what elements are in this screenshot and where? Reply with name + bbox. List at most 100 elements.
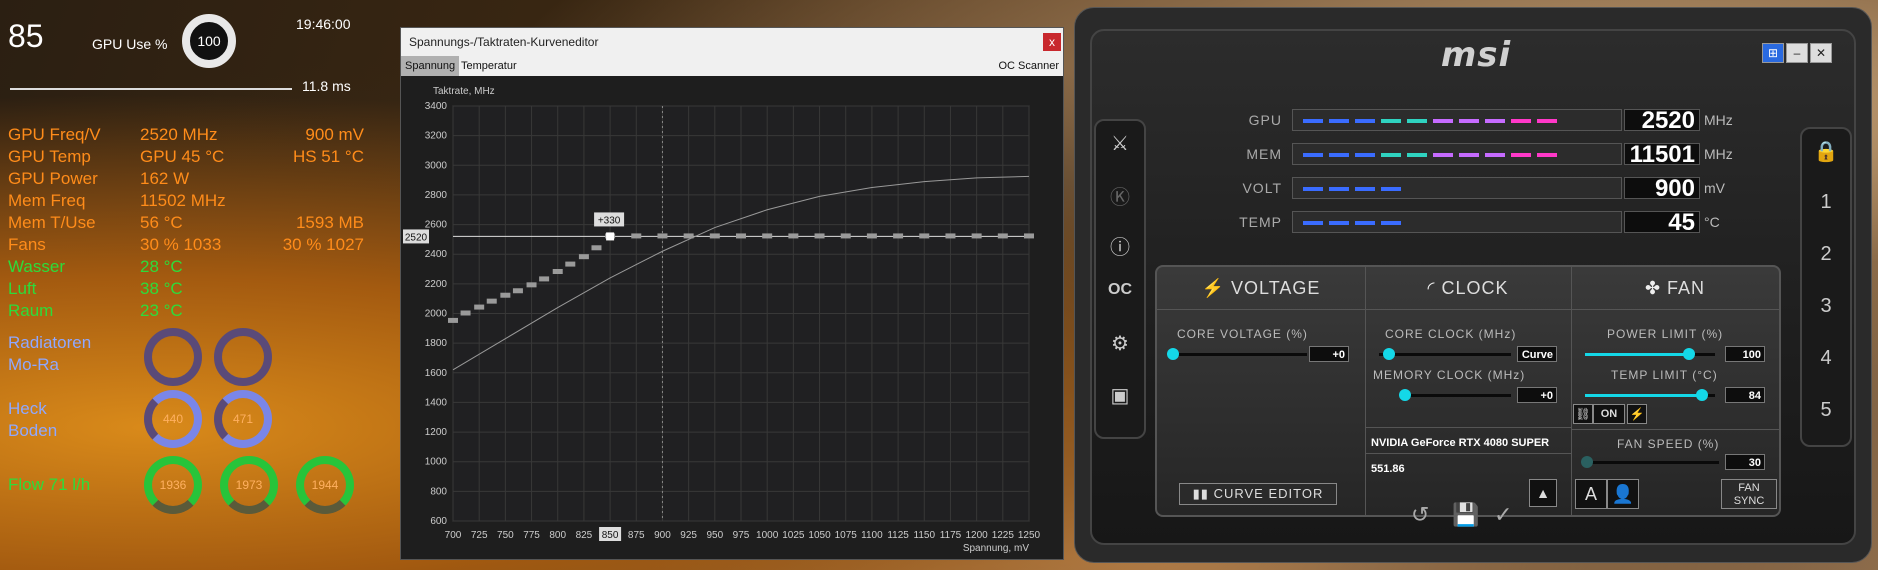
x-tick-label: 1075 xyxy=(835,530,858,541)
expand-arrow-icon[interactable]: ▲ xyxy=(1529,479,1557,507)
temp-limit-fill xyxy=(1585,394,1702,397)
monitor-value: 11501 xyxy=(1624,143,1700,167)
gear-icon[interactable]: ⚙ xyxy=(1096,331,1144,356)
monitor-mem: MEM 11501 MHz xyxy=(1206,141,1766,167)
tab-voltage[interactable]: Spannung xyxy=(401,56,460,76)
monitor-bar-segment xyxy=(1303,153,1323,157)
fan-sync-button[interactable]: FAN SYNC xyxy=(1721,479,1777,509)
core-clock-knob[interactable] xyxy=(1383,348,1395,360)
monitor-bar-segment xyxy=(1459,153,1479,157)
profile-1[interactable]: 1 xyxy=(1802,191,1850,214)
fan-speed-slider[interactable] xyxy=(1585,461,1719,464)
info-icon[interactable]: ⓘ xyxy=(1096,231,1144,260)
monitor-bar-segment xyxy=(1433,153,1453,157)
profile-5[interactable]: 5 xyxy=(1802,399,1850,422)
link-on-toggle[interactable]: ON xyxy=(1593,404,1625,424)
memory-clock-value[interactable]: +0 xyxy=(1517,387,1557,403)
stat-value-2: HS 51 °C xyxy=(292,147,364,166)
temp-limit-value[interactable]: 84 xyxy=(1725,387,1765,403)
monitor-icon[interactable]: ▣ xyxy=(1096,383,1144,408)
curve-editor-titlebar[interactable]: Spannungs-/Taktraten-Kurveneditor x xyxy=(401,28,1063,56)
apply-icon[interactable]: ✓ xyxy=(1494,502,1512,528)
gpu-use-label: GPU Use % xyxy=(92,36,168,52)
profile-4[interactable]: 4 xyxy=(1802,347,1850,370)
monitor-unit: mV xyxy=(1704,180,1725,196)
monitor-label: VOLT xyxy=(1242,180,1282,196)
core-clock-label: CORE CLOCK (MHz) xyxy=(1385,327,1517,341)
boden-dial: 471 xyxy=(214,390,272,448)
monitor-bar-segment xyxy=(1537,153,1557,157)
temp-limit-knob[interactable] xyxy=(1696,389,1708,401)
monitor-bar-segment xyxy=(1407,119,1427,123)
close-icon[interactable]: x xyxy=(1043,33,1061,51)
divider xyxy=(1571,429,1779,430)
core-clock-slider[interactable] xyxy=(1379,353,1511,356)
y-tick-label: 2600 xyxy=(425,220,448,231)
vf-curve-chart[interactable]: Taktrate, MHz Spannung, mV 600 800 1000 120… xyxy=(401,76,1063,559)
link-icon[interactable]: ⛓ xyxy=(1573,404,1593,424)
monitor-bar xyxy=(1292,109,1622,131)
x-tick-label: 700 xyxy=(445,530,462,541)
y-tick-label: 2800 xyxy=(425,190,448,201)
x-tick-label: 950 xyxy=(706,530,723,541)
power-limit-label: POWER LIMIT (%) xyxy=(1607,327,1724,341)
core-voltage-knob[interactable] xyxy=(1167,348,1179,360)
monitor-bar-segment xyxy=(1537,119,1557,123)
minimize-button[interactable]: – xyxy=(1786,43,1808,63)
y-tick-label: 1000 xyxy=(425,457,448,468)
x-tick-label: 1000 xyxy=(756,530,779,541)
gpu-use-gauge: 100 xyxy=(182,14,236,68)
monitor-bar-segment xyxy=(1329,187,1349,191)
osd-stat-row: Mem Freq 11502 MHz xyxy=(8,190,368,212)
k-boost-icon[interactable]: Ⓚ xyxy=(1096,181,1144,210)
fan-speed-value[interactable]: 30 xyxy=(1725,454,1765,470)
lightning-icon[interactable]: ⚡ xyxy=(1627,404,1647,424)
y-tick-label: 600 xyxy=(430,516,447,527)
osd-stat-row: GPU Temp GPU 45 °C HS 51 °C xyxy=(8,146,368,168)
stat-value-2: 900 mV xyxy=(305,125,364,144)
memory-clock-knob[interactable] xyxy=(1399,389,1411,401)
monitor-gpu: GPU 2520 MHz xyxy=(1206,107,1766,133)
windows-icon[interactable]: ⊞ xyxy=(1762,43,1784,63)
tab-temperature[interactable]: Temperatur xyxy=(457,56,521,76)
save-icon[interactable]: 💾 xyxy=(1452,502,1479,528)
memory-clock-slider[interactable] xyxy=(1403,394,1511,397)
offset-label: +330 xyxy=(598,215,621,226)
lock-icon[interactable]: 🔒 xyxy=(1802,139,1850,164)
power-limit-value[interactable]: 100 xyxy=(1725,346,1765,362)
monitor-bar-segment xyxy=(1303,221,1323,225)
stat-label: Wasser xyxy=(8,257,65,276)
core-voltage-value[interactable]: +0 xyxy=(1309,346,1349,362)
monitor-bar-segment xyxy=(1329,153,1349,157)
vf-curve-point xyxy=(460,310,471,316)
fps-counter: 85 xyxy=(8,18,44,54)
monitor-unit: MHz xyxy=(1704,146,1733,162)
user-icon[interactable]: 👤 xyxy=(1607,479,1639,509)
fan-speed-knob[interactable] xyxy=(1581,456,1593,468)
power-limit-knob[interactable] xyxy=(1683,348,1695,360)
monitor-unit: °C xyxy=(1704,214,1720,230)
close-button[interactable]: ✕ xyxy=(1810,43,1832,63)
curve-editor-button[interactable]: ▮▮ CURVE EDITOR xyxy=(1179,483,1337,505)
oc-scanner-icon[interactable]: OC xyxy=(1096,281,1144,299)
monitor-value: 45 xyxy=(1624,211,1700,235)
monitor-bar-segment xyxy=(1381,187,1401,191)
monitor-bar-segment xyxy=(1433,119,1453,123)
reset-icon[interactable]: ↺ xyxy=(1411,502,1429,528)
radiator-dial-1 xyxy=(144,328,202,386)
vf-curve-point xyxy=(893,233,904,239)
profile-3[interactable]: 3 xyxy=(1802,295,1850,318)
auto-fan-icon[interactable]: A xyxy=(1575,479,1607,509)
kombustor-icon[interactable]: ⚔ xyxy=(1096,131,1144,156)
vf-curve-point xyxy=(919,233,930,239)
curve-editor-tabs: Spannung Temperatur OC Scanner xyxy=(401,56,1063,76)
msi-logo: msi xyxy=(1440,35,1512,75)
oc-scanner-button[interactable]: OC Scanner xyxy=(998,56,1059,76)
profile-2[interactable]: 2 xyxy=(1802,243,1850,266)
x-tick-label: 1125 xyxy=(887,530,909,541)
core-voltage-slider[interactable] xyxy=(1171,353,1307,356)
stat-label: Fans xyxy=(8,235,46,254)
y-tick-label: 2400 xyxy=(425,249,448,260)
x-tick-label: 750 xyxy=(497,530,514,541)
core-clock-value[interactable]: Curve xyxy=(1517,346,1557,362)
